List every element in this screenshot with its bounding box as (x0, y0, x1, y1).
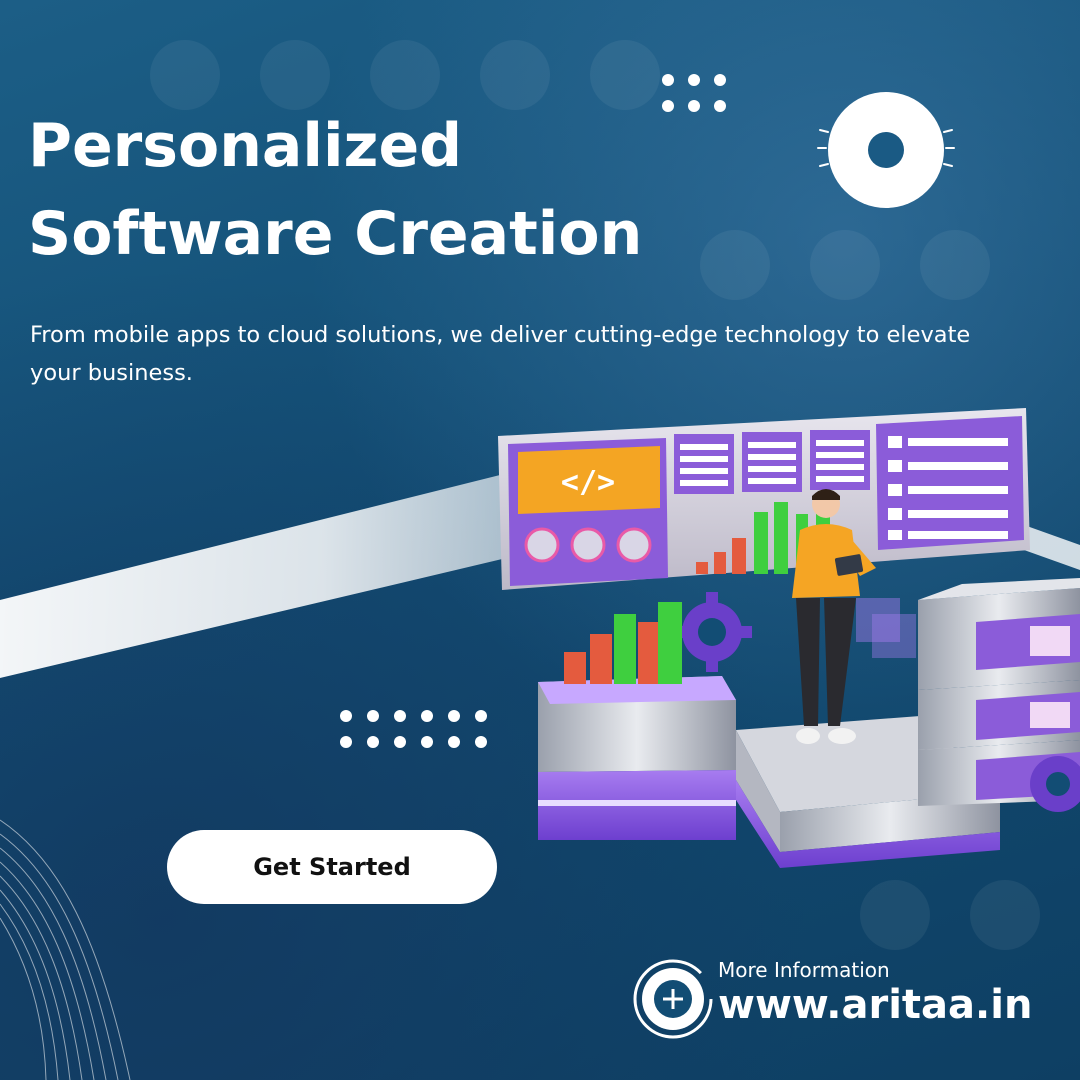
gear-icon (672, 592, 752, 672)
headline: Personalized Software Creation (28, 102, 748, 278)
website-link[interactable]: www.aritaa.in (718, 982, 1032, 1028)
subtitle: From mobile apps to cloud solutions, we … (30, 322, 971, 386)
ring-icon (817, 92, 955, 208)
more-information-label: More Information (718, 958, 890, 982)
wave-lines-decoration (0, 819, 131, 1080)
code-tag-icon: </> (561, 465, 615, 500)
dashboard-panel: </> (498, 408, 1030, 590)
software-illustration: </> (498, 408, 1080, 868)
headline-line2: Software Creation (28, 199, 643, 269)
server-stack (918, 578, 1080, 812)
ad-canvas: Personalized Software Creation From mobi… (0, 0, 1080, 1080)
get-started-button[interactable]: Get Started (167, 830, 497, 904)
pedestal-bar-chart (564, 602, 682, 684)
headline-line1: Personalized (28, 111, 463, 181)
plus-icon[interactable] (632, 958, 714, 1040)
